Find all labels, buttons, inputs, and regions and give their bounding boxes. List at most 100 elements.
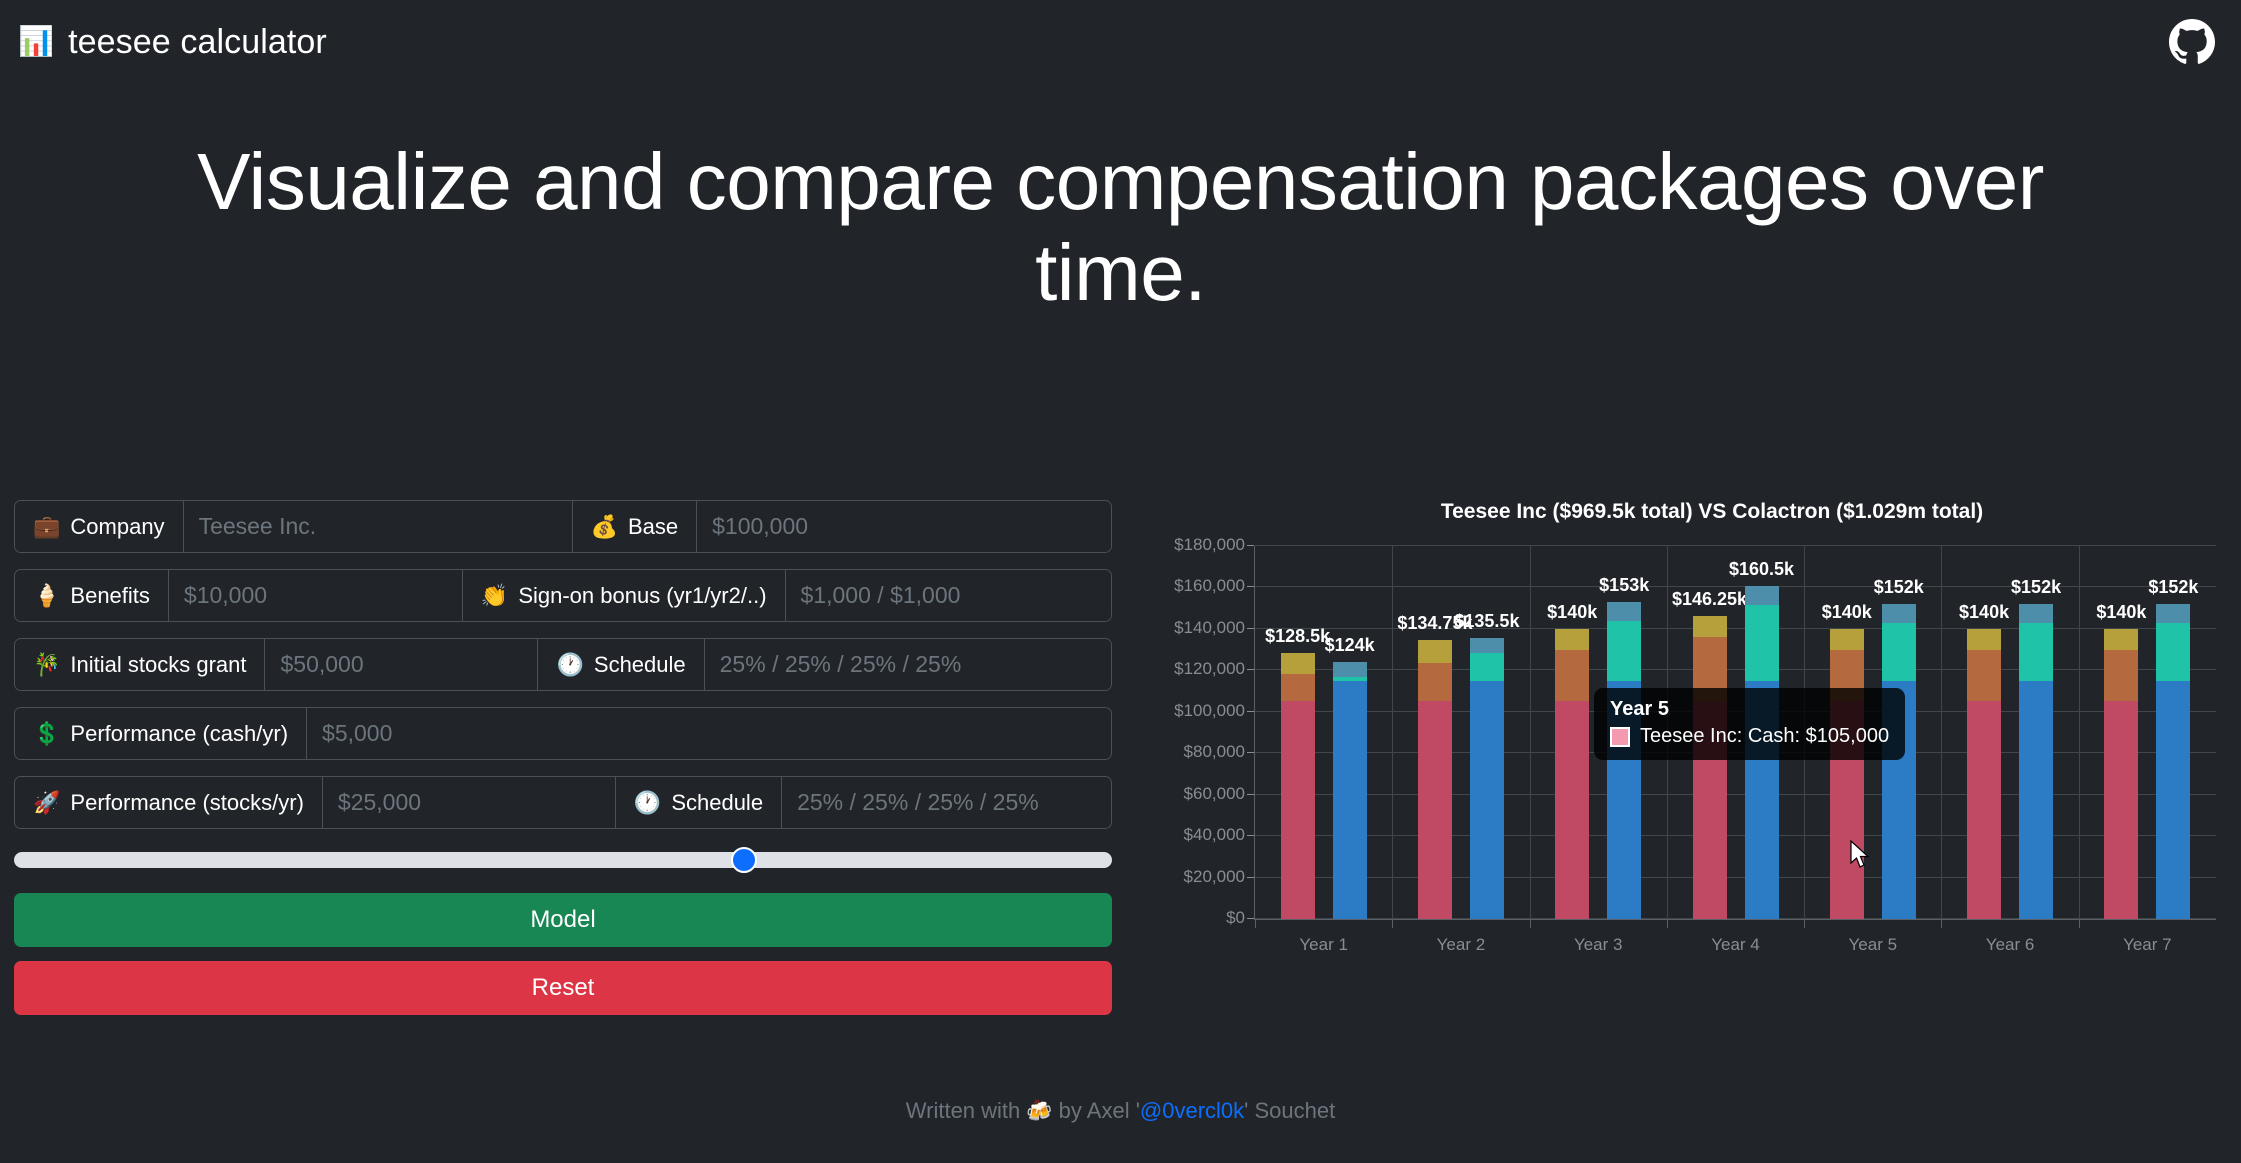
bar-segment-bonus[interactable] [2019,604,2054,623]
performance-schedule-input[interactable]: 25% / 25% / 25% / 25% [782,777,1111,828]
benefits-input[interactable]: $10,000 [168,570,462,621]
category-separator [1392,546,1394,919]
bar-segment-cash[interactable] [1332,680,1367,919]
benefits-label: 🍦 Benefits [15,570,169,621]
footer-middle: by Axel ' [1052,1098,1140,1123]
bar-segment-stocks[interactable] [1555,649,1590,702]
bar-segment-stocks[interactable] [1280,674,1315,702]
bar-segment-stocks[interactable] [2019,622,2054,681]
bar-segment-bonus[interactable] [1469,638,1504,653]
bar-segment-cash[interactable] [2019,680,2054,919]
bar-segment-bonus[interactable] [2104,628,2139,650]
category-separator [2078,546,2080,919]
bar-segment-cash[interactable] [2156,680,2191,919]
github-link[interactable] [2169,19,2215,65]
bar-segment-stocks[interactable] [1607,620,1642,681]
gridline: $180,000 [1174,535,2216,554]
bar-teesee-inc-year-4[interactable]: $146.25k [1672,589,1747,919]
bar-colactron-year-7[interactable]: $152k [2148,577,2198,919]
signon-bonus-label-text: Sign-on bonus (yr1/yr2/..) [518,582,767,608]
author-link[interactable]: @0vercl0k [1140,1098,1244,1123]
bar-segment-cash[interactable] [1881,680,1916,919]
bar-segment-cash[interactable] [1829,701,1864,919]
clock-icon: 🕐 [633,789,662,815]
bar-total-label: $140k [1821,601,1872,622]
category-separator [1529,546,1531,919]
slider-thumb[interactable] [731,847,757,873]
bar-segment-bonus[interactable] [1332,662,1367,677]
bar-segment-cash[interactable] [1417,701,1452,919]
bar-total-label: $152k [1873,577,1924,598]
bar-teesee-inc-year-5[interactable]: $140k [1822,602,1872,919]
bar-segment-bonus[interactable] [1417,639,1452,663]
bar-segment-stocks[interactable] [2104,649,2139,702]
years-slider[interactable] [14,845,1112,875]
bar-segment-stocks[interactable] [1829,649,1864,702]
bar-segment-stocks[interactable] [1692,636,1727,702]
bar-segment-stocks[interactable] [1881,622,1916,681]
chart-panel: Teesee Inc ($969.5k total) VS Colactron … [1124,500,2227,1010]
initial-stocks-input[interactable]: $50,000 [265,639,538,690]
gridline: $120,000 [1174,659,2216,678]
bar-segment-stocks[interactable] [1469,652,1504,681]
brand[interactable]: 📊 teesee calculator [18,23,327,62]
bar-teesee-inc-year-2[interactable]: $134.75k [1397,613,1472,919]
bar-segment-bonus[interactable] [1744,586,1779,606]
model-button[interactable]: Model [14,893,1112,947]
slider-track [14,852,1112,868]
bar-segment-cash[interactable] [1469,680,1504,919]
bar-colactron-year-5[interactable]: $152k [1874,577,1924,919]
bar-colactron-year-1[interactable]: $124k [1325,635,1375,919]
bar-colactron-year-6[interactable]: $152k [2011,577,2061,919]
bar-segment-bonus[interactable] [1829,628,1864,650]
bar-segment-bonus[interactable] [1881,604,1916,623]
bar-segment-stocks[interactable] [1744,605,1779,681]
bar-colactron-year-3[interactable]: $153k [1599,575,1649,919]
plot-inner: $180,000 $160,000 $140,000 $120,000 $100,000… [1174,535,2216,954]
bar-colactron-year-4[interactable]: $160.5k [1729,559,1794,919]
base-input[interactable]: $100,000 [697,501,1111,552]
bar-total-label: $124k [1324,635,1375,656]
bar-segment-bonus[interactable] [1280,652,1315,675]
bar-colactron-year-2[interactable]: $135.5k [1454,611,1519,919]
bar-total-label: $128.5k [1265,625,1331,646]
bar-segment-bonus[interactable] [1555,628,1590,650]
bar-segment-stocks[interactable] [2156,622,2191,681]
bar-segment-cash[interactable] [1744,680,1779,919]
bar-teesee-inc-year-6[interactable]: $140k [1959,602,2009,919]
form-row-performance-cash: 💲 Performance (cash/yr) $5,000 [14,707,1112,760]
y-axis-tick-label: $20,000 [1183,866,1255,886]
form-row-initial-stocks: 🎋 Initial stocks grant $50,000 🕐 Schedul… [14,638,1112,691]
reset-button[interactable]: Reset [14,961,1112,1015]
bar-total-label: $140k [2096,601,2147,622]
bar-teesee-inc-year-3[interactable]: $140k [1547,602,1597,919]
bar-total-label: $152k [2011,577,2062,598]
y-axis-tick-label: $160,000 [1174,576,1254,596]
bar-segment-bonus[interactable] [1607,601,1642,621]
gridline: $80,000 [1184,742,2216,761]
performance-cash-label-text: Performance (cash/yr) [70,720,289,746]
bar-teesee-inc-year-1[interactable]: $128.5k [1265,626,1330,919]
bar-segment-cash[interactable] [1692,701,1727,919]
signon-bonus-input[interactable]: $1,000 / $1,000 [785,570,1111,621]
bar-segment-cash[interactable] [2104,701,2139,919]
stocks-schedule-input[interactable]: 25% / 25% / 25% / 25% [704,639,1111,690]
bar-segment-cash[interactable] [1280,701,1315,919]
bar-segment-bonus[interactable] [1692,615,1727,637]
bar-segment-bonus[interactable] [2156,604,2191,623]
performance-stocks-label-text: Performance (stocks/yr) [70,789,304,815]
bar-segment-stocks[interactable] [1967,649,2002,702]
base-label: 💰 Base [571,501,698,552]
bar-segment-bonus[interactable] [1967,628,2002,650]
form-row-benefits: 🍦 Benefits $10,000 👏 Sign-on bonus (yr1/… [14,569,1112,622]
bar-segment-cash[interactable] [1967,701,2002,919]
bar-segment-stocks[interactable] [1417,662,1452,702]
bar-teesee-inc-year-7[interactable]: $140k [2096,602,2146,919]
bar-segment-cash[interactable] [1607,680,1642,919]
x-axis-tick [1392,919,1394,928]
company-input[interactable]: Teesee Inc. [183,501,572,552]
bar-segment-cash[interactable] [1555,701,1590,919]
performance-cash-input[interactable]: $5,000 [307,708,1111,759]
performance-stocks-input[interactable]: $25,000 [322,777,615,828]
signon-bonus-label: 👏 Sign-on bonus (yr1/yr2/..) [461,570,786,621]
